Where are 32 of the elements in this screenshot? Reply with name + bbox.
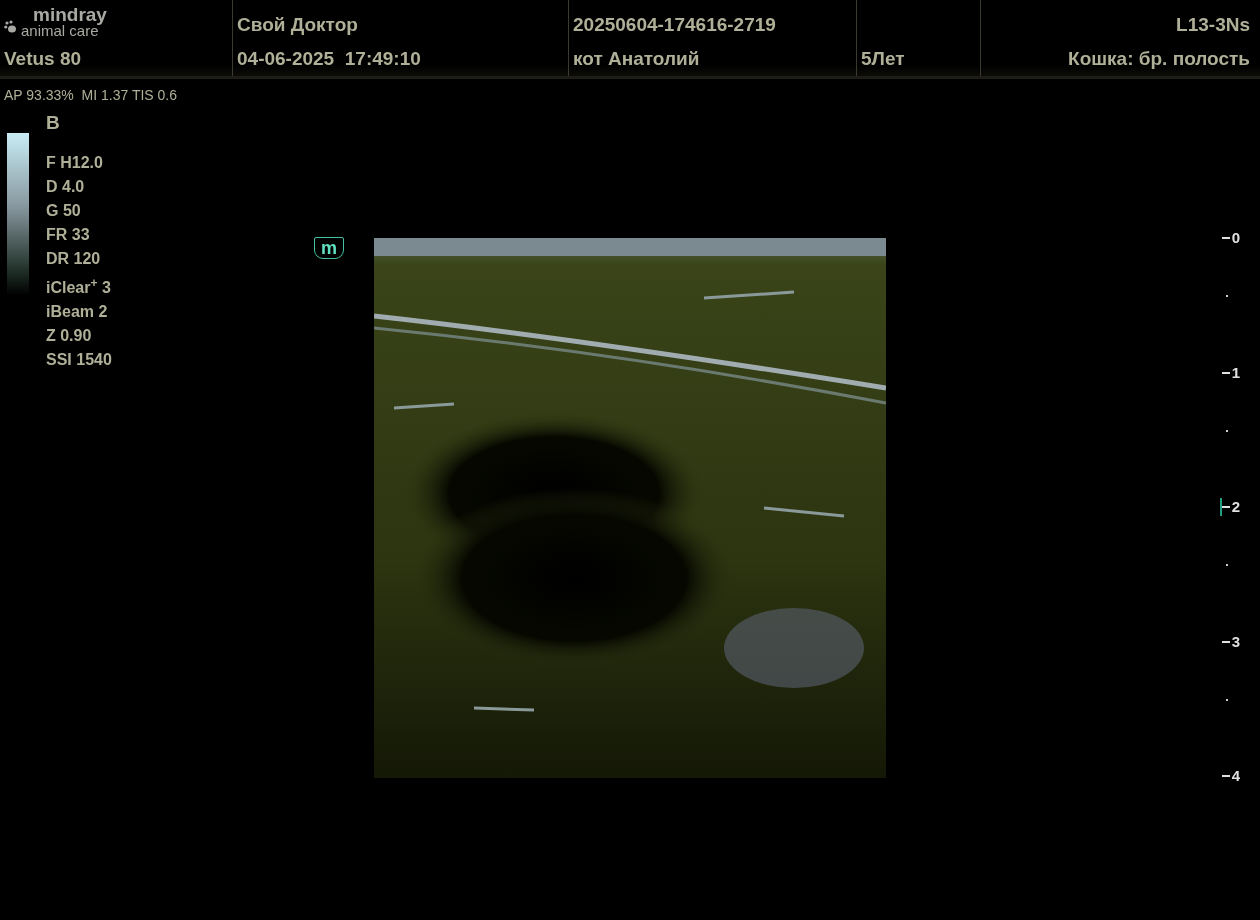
imaging-parameter: Z 0.90 [46, 326, 92, 347]
header-field: 5Лет [861, 48, 905, 70]
paw-icon [4, 20, 18, 34]
depth-tick [1226, 429, 1228, 432]
depth-label: 0 [1219, 229, 1240, 247]
imaging-mode: B [46, 113, 60, 133]
header-field: 20250604-174616-2719 [573, 14, 776, 36]
header-field: кот Анатолий [573, 48, 700, 70]
depth-label: 2 [1219, 498, 1240, 516]
depth-tick [1226, 698, 1228, 701]
imaging-parameter: SSI 1540 [46, 350, 112, 371]
imaging-parameter: DR 120 [46, 249, 101, 269]
brand-name: mindray [32, 6, 107, 24]
depth-label: 3 [1219, 632, 1240, 651]
depth-label: 1 [1219, 363, 1240, 382]
depth-label: 4 [1219, 767, 1240, 785]
imaging-parameter: D 4.0 [46, 177, 85, 197]
imaging-parameter: iClear$^{+}$ 3 [46, 275, 111, 299]
probe-name: L13-3Ns [1176, 14, 1250, 36]
orientation-marker: m [314, 237, 344, 259]
depth-tick [1226, 564, 1228, 566]
header-field: Свой Доктор [237, 14, 358, 36]
imaging-parameter: FR 33 [46, 225, 90, 245]
brand-tagline: animal care [21, 24, 99, 38]
header-field: 04-06-2025 17:49:10 [237, 48, 421, 70]
imaging-parameter: F H12.0 [46, 153, 103, 173]
imaging-parameter: G 50 [46, 201, 81, 221]
device-model: Vetus 80 [4, 48, 82, 70]
imaging-parameter: iBeam 2 [46, 302, 108, 323]
exam-preset: Кошка: бр. полость [1068, 48, 1250, 70]
depth-tick [1226, 295, 1228, 297]
acoustic-output: AP 93.33% MI 1.37 TIS 0.6 [3, 86, 178, 103]
